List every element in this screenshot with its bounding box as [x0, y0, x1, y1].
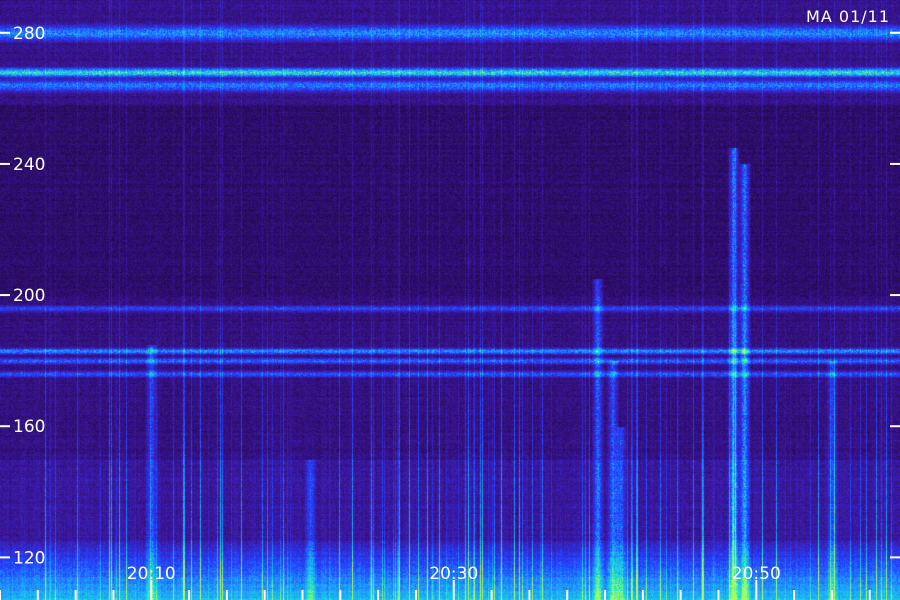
x-tick-label: 20:10: [127, 564, 176, 584]
y-tick-label: 120: [13, 548, 45, 568]
y-tick-label: 280: [13, 24, 45, 44]
spectrogram-axes: 120 160 200 240 280 20:10 20:30 20:50 MA 01/11: [0, 7, 900, 600]
y-tick-label: 200: [13, 286, 45, 306]
y-axis: 120 160 200 240 280: [0, 24, 900, 568]
spectrogram-view: 120 160 200 240 280 20:10 20:30 20:50 MA 01/11: [0, 0, 900, 600]
chart-title: MA 01/11: [806, 7, 890, 26]
y-tick-label: 240: [13, 155, 45, 175]
x-tick-label: 20:50: [732, 564, 781, 584]
x-axis: 20:10 20:30 20:50: [0, 564, 871, 600]
y-tick-label: 160: [13, 417, 45, 437]
x-tick-label: 20:30: [429, 564, 478, 584]
